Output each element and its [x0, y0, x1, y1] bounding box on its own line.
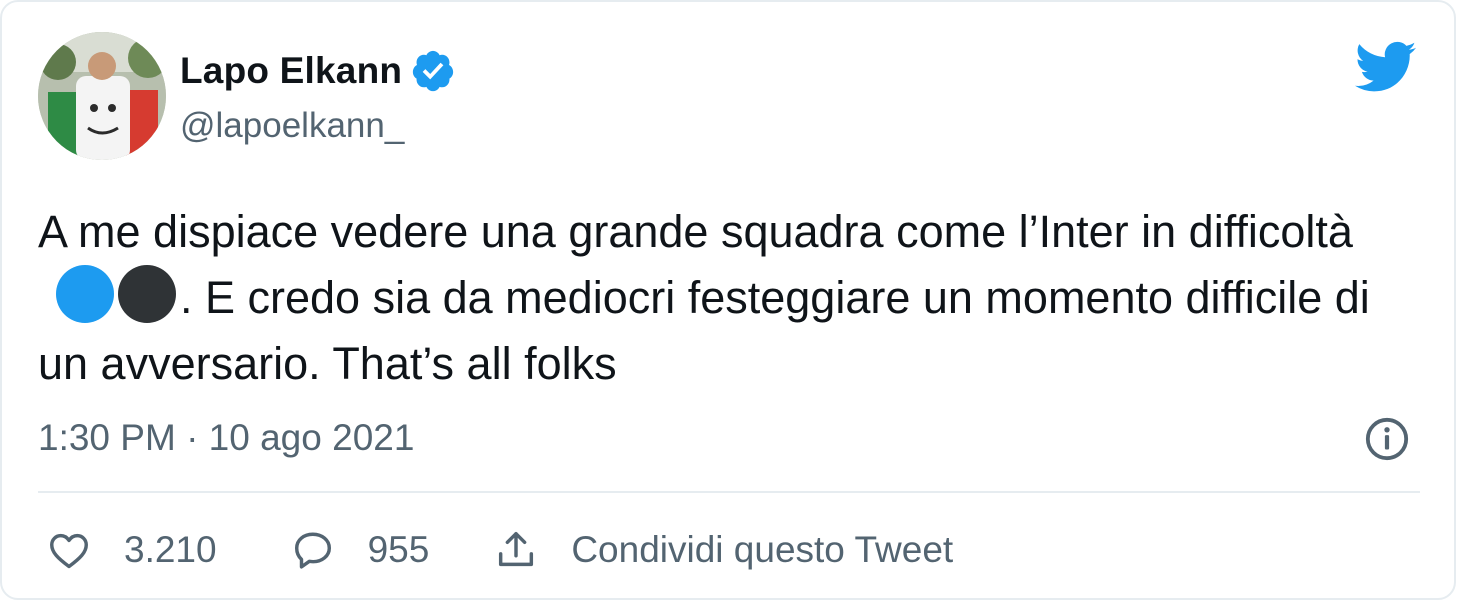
tweet-text: A me dispiace vedere una grande squadra …: [38, 199, 1428, 397]
tweet-text-part1: A me dispiace vedere una grande squadra …: [38, 206, 1353, 257]
author-name[interactable]: Lapo Elkann: [180, 50, 402, 92]
tweet-text-part2: . E credo sia da mediocri festeggiare un…: [38, 272, 1370, 389]
heart-icon: [50, 533, 88, 569]
avatar[interactable]: [38, 32, 166, 160]
like-count: 3.210: [124, 529, 217, 570]
avatar-image: [38, 32, 166, 160]
share-icon: [499, 531, 534, 567]
blue-circle-emoji: [56, 265, 114, 323]
info-icon[interactable]: [1364, 416, 1410, 462]
divider: [38, 491, 1420, 493]
share-button[interactable]: Condividi questo Tweet: [493, 527, 953, 573]
black-circle-emoji: [118, 265, 176, 323]
like-button[interactable]: 3.210: [46, 527, 217, 573]
action-bar: 3.210 955 Condividi questo Tweet: [46, 522, 953, 578]
author-row: Lapo Elkann: [180, 48, 456, 94]
tweet-timestamp[interactable]: 1:30 PM · 10 ago 2021: [38, 417, 414, 459]
author-handle[interactable]: @lapoelkann_: [180, 106, 404, 146]
share-label: Condividi questo Tweet: [571, 529, 954, 570]
reply-count: 955: [367, 529, 430, 570]
speech-bubble-icon: [294, 532, 331, 569]
twitter-bird-icon[interactable]: [1355, 40, 1417, 92]
tweet-card: Lapo Elkann @lapoelkann_ A me dispiace v…: [0, 0, 1456, 600]
reply-button[interactable]: 955: [290, 527, 430, 573]
verified-badge-icon: [413, 50, 454, 92]
